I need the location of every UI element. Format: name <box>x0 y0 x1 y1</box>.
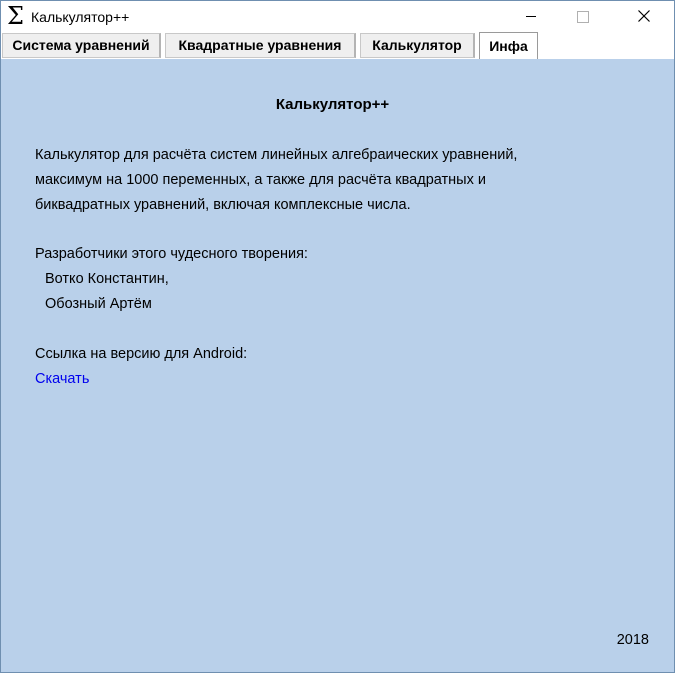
year-label: 2018 <box>616 632 649 648</box>
minimize-icon <box>526 16 536 17</box>
android-section: Ссылка на версию для Android: Скачать <box>35 342 247 392</box>
android-label: Ссылка на версию для Android: <box>35 346 248 362</box>
description-line: максимум на 1000 переменных, а также для… <box>35 172 486 188</box>
close-icon <box>638 10 650 22</box>
developers-section: Разработчики этого чудесного творения: В… <box>35 242 308 317</box>
title-bar[interactable]: Σ Калькулятор++ <box>1 1 674 32</box>
tab-info[interactable]: Инфа <box>479 32 538 59</box>
info-panel: Калькулятор++ Калькулятор для расчёта си… <box>1 59 674 672</box>
download-link[interactable]: Скачать <box>35 367 247 392</box>
tab-strip: Система уравнений Квадратные уравнения К… <box>1 32 674 59</box>
app-window: Σ Калькулятор++ Система уравнений Квадра… <box>0 0 675 673</box>
close-button[interactable] <box>621 1 667 32</box>
minimize-button[interactable] <box>513 1 559 32</box>
tab-quadratic-equations[interactable]: Квадратные уравнения <box>165 33 356 58</box>
developer-name: Вотко Константин, <box>45 271 169 287</box>
maximize-button[interactable] <box>559 1 605 32</box>
info-heading: Калькулятор++ <box>275 96 390 113</box>
sigma-icon: Σ <box>7 2 24 30</box>
description-line: биквадратных уравнений, включая комплекс… <box>35 197 411 213</box>
tab-system-of-equations[interactable]: Система уравнений <box>2 33 161 58</box>
tab-calculator[interactable]: Калькулятор <box>360 33 475 58</box>
developers-label: Разработчики этого чудесного творения: <box>35 246 308 262</box>
window-title: Калькулятор++ <box>31 9 130 25</box>
maximize-icon <box>577 11 589 23</box>
description-line: Калькулятор для расчёта систем линейных … <box>35 147 518 163</box>
description: Калькулятор для расчёта систем линейных … <box>35 143 517 218</box>
developer-name: Обозный Артём <box>45 296 152 312</box>
